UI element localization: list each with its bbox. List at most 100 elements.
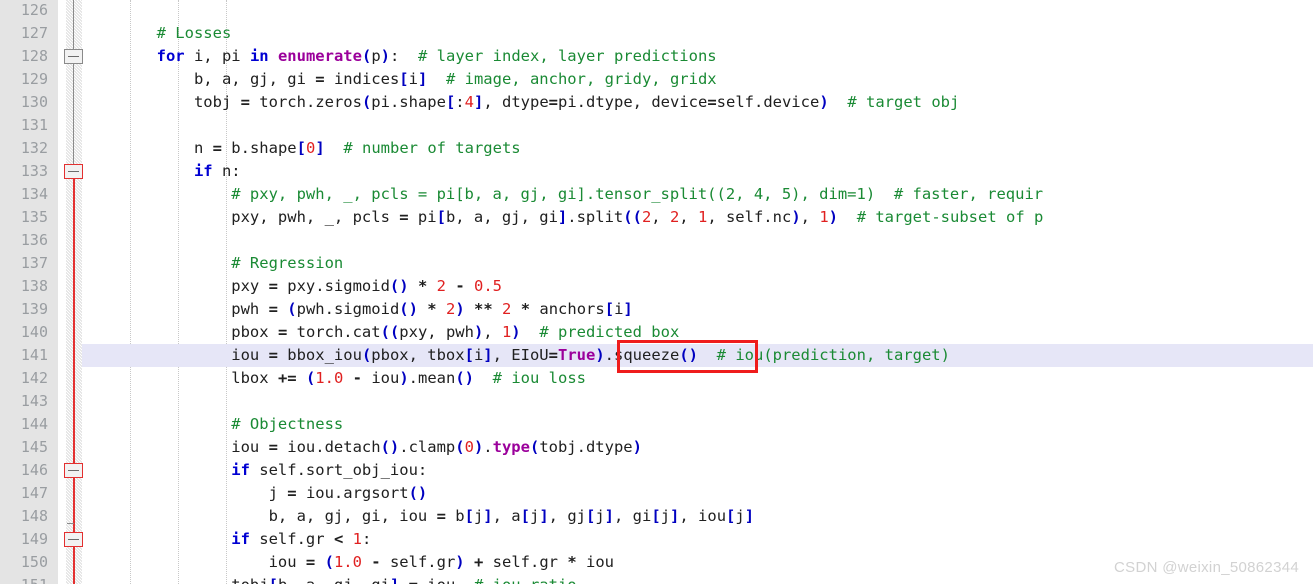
code-line[interactable] (82, 229, 1313, 252)
token-bi: type (492, 438, 530, 456)
code-line[interactable]: tobj = torch.zeros(pi.shape[:4], dtype=p… (82, 91, 1313, 114)
code-line[interactable] (82, 114, 1313, 137)
token-pl: self.gr (380, 553, 456, 571)
token-op: = (268, 346, 278, 364)
code-line[interactable]: lbox += (1.0 - iou).mean() # iou loss (82, 367, 1313, 390)
token-op: * (427, 300, 437, 318)
token-cm: # iou loss (492, 369, 586, 387)
code-line[interactable]: for i, pi in enumerate(p): # layer index… (82, 45, 1313, 68)
code-line[interactable]: iou = iou.detach().clamp(0).type(tobj.dt… (82, 436, 1313, 459)
line-number-gutter: 126 127 128 129 130 131 132 133 134 135 136 137 138 1… (0, 0, 58, 584)
fold-toggle-expanded-icon[interactable] (64, 49, 83, 64)
token-num: 0 (305, 139, 316, 157)
token-pn: [ (436, 208, 446, 226)
token-pl: j (595, 507, 605, 525)
code-line[interactable]: pwh = (pwh.sigmoid() * 2) ** 2 * anchors… (82, 298, 1313, 321)
token-pn: ) (595, 346, 605, 364)
code-line[interactable]: b, a, gj, gi, iou = b[j], a[j], gj[j], g… (82, 505, 1313, 528)
token-op: < (333, 530, 344, 548)
token-pn: ( (455, 438, 465, 456)
token-pn: ( (305, 369, 316, 387)
code-folding-gutter[interactable] (58, 0, 83, 584)
line-number: 128 (20, 47, 48, 65)
token-cm: # Objectness (231, 415, 344, 433)
token-pl: anchors (530, 300, 605, 318)
token-pn: ] (623, 300, 633, 318)
code-line[interactable]: # pxy, pwh, _, pcls = pi[b, a, gj, gi].t… (82, 183, 1313, 206)
token-pl: i (408, 70, 418, 88)
code-line[interactable]: if self.gr < 1: (82, 528, 1313, 551)
token-pl: tobj (193, 93, 241, 111)
code-line-text: n = b.shape[0] # number of targets (194, 137, 521, 160)
code-line[interactable]: # Losses (82, 22, 1313, 45)
token-pl: b (445, 507, 465, 525)
token-pl: self.device (716, 93, 820, 111)
code-line[interactable] (82, 0, 1313, 22)
token-op: * (417, 277, 428, 295)
code-line[interactable] (82, 390, 1313, 413)
token-pl: pxy.sigmoid (277, 277, 390, 295)
code-line[interactable]: j = iou.argsort() (82, 482, 1313, 505)
code-line[interactable]: if self.sort_obj_iou: (82, 459, 1313, 482)
fold-toggle-expanded-icon[interactable] (64, 532, 83, 547)
code-line[interactable]: # Objectness (82, 413, 1313, 436)
code-line[interactable]: pxy, pwh, _, pcls = pi[b, a, gj, gi].spl… (82, 206, 1313, 229)
token-num: 1.0 (315, 369, 344, 387)
code-line-text: if self.sort_obj_iou: (231, 459, 427, 482)
watermark: CSDN @weixin_50862344 (1114, 559, 1299, 576)
code-line[interactable]: b, a, gj, gi = indices[i] # image, ancho… (82, 68, 1313, 91)
token-op: = (436, 507, 446, 525)
fold-toggle-expanded-icon[interactable] (64, 463, 83, 478)
token-pn: [ (445, 93, 456, 111)
fold-toggle-expanded-icon[interactable] (64, 164, 83, 179)
line-number: 139 (20, 300, 48, 318)
token-pn: (( (380, 323, 400, 341)
code-line[interactable]: pbox = torch.cat((pxy, pwh), 1) # predic… (82, 321, 1313, 344)
token-bi: True (557, 346, 596, 364)
token-op: = (287, 484, 297, 502)
token-pn: (( (623, 208, 642, 226)
code-line[interactable]: iou = bbox_iou(pbox, tbox[i], EIoU=True)… (82, 344, 1313, 367)
token-pl: b, a, gj, gi (193, 70, 316, 88)
token-cm: # pxy, pwh, _, pcls = pi[b, a, gj, gi].t… (231, 185, 1044, 203)
token-pn: ) (399, 369, 409, 387)
code-content-area[interactable]: # Losses for i, pi in enumerate(p): # lay… (82, 0, 1313, 584)
code-line[interactable]: # Regression (82, 252, 1313, 275)
token-pl: iou (576, 553, 614, 571)
token-num: 0.5 (474, 277, 502, 295)
fold-end-tick (67, 523, 74, 524)
token-pl: pi.dtype, device (558, 93, 708, 111)
token-num: 1 (819, 208, 829, 226)
token-cm: # predicted box (539, 323, 680, 341)
code-line[interactable]: pxy = pxy.sigmoid() * 2 - 0.5 (82, 275, 1313, 298)
token-pl: .split (567, 208, 624, 226)
token-pn: ] (417, 70, 428, 88)
code-editor[interactable]: 126 127 128 129 130 131 132 133 134 135 136 137 138 1… (0, 0, 1313, 584)
token-pl: pxy (231, 277, 269, 295)
token-pl: self.gr (249, 530, 334, 548)
code-line[interactable]: n = b.shape[0] # number of targets (82, 137, 1313, 160)
code-line-text: pwh = (pwh.sigmoid() * 2) ** 2 * anchors… (231, 298, 632, 321)
code-line[interactable]: if n: (82, 160, 1313, 183)
token-op: ** (474, 300, 493, 318)
token-pn: [ (464, 507, 474, 525)
minus-icon (68, 56, 79, 57)
token-pl: self.gr (483, 553, 568, 571)
token-pl: .mean (408, 369, 456, 387)
token-pn: ) (828, 208, 839, 226)
token-op: = (305, 553, 316, 571)
token-pl: j (473, 507, 484, 525)
line-number: 130 (20, 93, 48, 111)
minus-icon (68, 171, 79, 172)
